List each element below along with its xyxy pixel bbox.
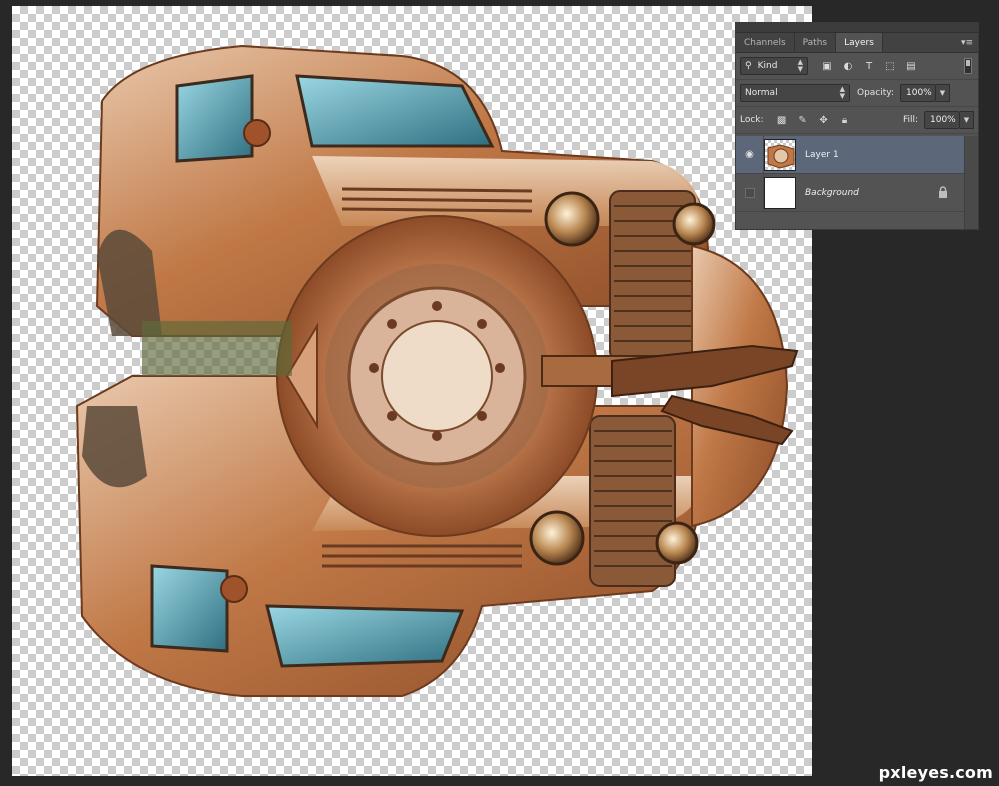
image-filter-icon[interactable]: ▣ xyxy=(820,59,834,73)
chevron-down-icon: ▼ xyxy=(939,89,946,97)
blend-mode-value: Normal xyxy=(745,88,778,98)
chevron-updown-icon: ▲ ▼ xyxy=(797,58,803,73)
mirrored-rusty-truck-artwork xyxy=(75,44,799,697)
lock-icon xyxy=(939,186,947,198)
layer-name: Layer 1 xyxy=(805,149,839,160)
fill-label: Fill: xyxy=(902,115,918,125)
lock-fill-row: Lock: ▩ ✎ ✥ 🔒︎ Fill: 100% ▼ xyxy=(736,107,978,134)
panel-menu-icon[interactable]: ▾≡ xyxy=(961,33,973,53)
lock-icons: ▩ ✎ ✥ 🔒︎ xyxy=(776,114,851,126)
chevron-updown-icon: ▲ ▼ xyxy=(839,85,845,100)
tab-paths[interactable]: Paths xyxy=(795,33,837,52)
layer-row-layer-1[interactable]: ◉ Layer 1 xyxy=(736,135,964,174)
layers-scrollbar[interactable] xyxy=(964,136,978,229)
opacity-dropdown-button[interactable]: ▼ xyxy=(936,84,950,102)
watermark-text: pxleyes.com xyxy=(878,763,993,782)
lock-transparent-pixels-icon[interactable]: ▩ xyxy=(776,114,788,126)
panel-title-bar[interactable] xyxy=(736,23,978,33)
layer-thumbnail xyxy=(764,176,796,209)
layer-row-background[interactable]: Background xyxy=(736,173,964,212)
eye-icon: ◉ xyxy=(745,149,754,160)
lock-image-pixels-icon[interactable]: ✎ xyxy=(797,114,809,126)
visibility-toggle[interactable] xyxy=(736,173,764,212)
document-canvas[interactable] xyxy=(12,6,812,776)
tab-layers[interactable]: Layers xyxy=(836,33,883,52)
blend-opacity-row: Normal ▲ ▼ Opacity: 100% ▼ xyxy=(736,80,978,107)
opacity-field[interactable]: 100% xyxy=(900,84,936,102)
lock-position-icon[interactable]: ✥ xyxy=(818,114,830,126)
workspace: Channels Paths Layers ▾≡ ⚲ Kind ▲ ▼ ▣ ◐ T… xyxy=(0,0,999,786)
hidden-visibility-box xyxy=(744,187,755,198)
fill-field[interactable]: 100% xyxy=(924,111,960,129)
filter-kind-label: Kind xyxy=(757,61,778,71)
adjustment-filter-icon[interactable]: ◐ xyxy=(841,59,855,73)
layer-filter-row: ⚲ Kind ▲ ▼ ▣ ◐ T ⬚ ▤ xyxy=(736,53,978,80)
tab-channels[interactable]: Channels xyxy=(736,33,795,52)
filter-toggle-switch[interactable] xyxy=(964,58,972,74)
chevron-down-icon: ▼ xyxy=(963,116,970,124)
shape-filter-icon[interactable]: ⬚ xyxy=(883,59,897,73)
filter-icons: ▣ ◐ T ⬚ ▤ xyxy=(820,59,918,73)
search-icon: ⚲ xyxy=(745,61,752,71)
filter-kind-dropdown[interactable]: ⚲ Kind ▲ ▼ xyxy=(740,57,808,75)
opacity-label: Opacity: xyxy=(857,88,894,98)
layers-panel: Channels Paths Layers ▾≡ ⚲ Kind ▲ ▼ ▣ ◐ T… xyxy=(735,22,979,230)
panel-tabs: Channels Paths Layers ▾≡ xyxy=(736,33,978,53)
fill-dropdown-button[interactable]: ▼ xyxy=(960,111,974,129)
layer-list: ◉ Layer 1 Background xyxy=(736,135,964,212)
lock-label: Lock: xyxy=(740,115,764,125)
blend-mode-dropdown[interactable]: Normal ▲ ▼ xyxy=(740,84,850,102)
visibility-toggle[interactable]: ◉ xyxy=(736,135,764,174)
truck-thumbnail-icon xyxy=(767,143,795,169)
lock-all-icon[interactable]: 🔒︎ xyxy=(839,114,851,126)
layer-name: Background xyxy=(805,187,859,198)
type-filter-icon[interactable]: T xyxy=(862,59,876,73)
layer-thumbnail xyxy=(764,138,796,171)
smart-object-filter-icon[interactable]: ▤ xyxy=(904,59,918,73)
